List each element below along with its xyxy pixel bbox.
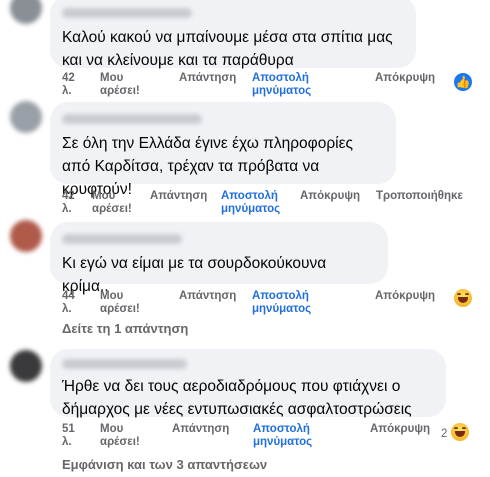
comment-bubble: Ήρθε να δει τους αεροδιαδρόμους που φτιά…: [50, 349, 446, 418]
comment-text: Ήρθε να δει τους αεροδιαδρόμους που φτιά…: [62, 378, 412, 418]
send-message-button[interactable]: Αποστολή μηνύματος: [221, 190, 293, 216]
hide-button[interactable]: Απόκρυψη: [370, 423, 430, 436]
comment-bubble: Σε όλη την Ελλάδα έγινε έχω πληροφορίες …: [50, 102, 396, 198]
comment-time[interactable]: 44 λ.: [62, 290, 76, 316]
reply-button[interactable]: Απάντηση: [179, 290, 236, 303]
avatar[interactable]: [10, 220, 42, 252]
author-name-blurred[interactable]: [62, 114, 202, 124]
like-button[interactable]: Μου αρέσει!: [100, 290, 150, 316]
hide-button[interactable]: Απόκρυψη: [300, 190, 360, 203]
see-replies-link[interactable]: Εμφάνιση και των 3 απαντήσεων: [62, 457, 267, 472]
send-message-button[interactable]: Αποστολή μηνύματος: [253, 423, 325, 449]
reply-button[interactable]: Απάντηση: [179, 72, 236, 85]
reply-button[interactable]: Απάντηση: [172, 423, 229, 436]
hide-button[interactable]: Απόκρυψη: [375, 290, 435, 303]
author-name-blurred[interactable]: [62, 359, 187, 369]
edited-label[interactable]: Τροποποιήθηκε: [376, 190, 463, 203]
reply-button[interactable]: Απάντηση: [150, 190, 207, 203]
reaction-count[interactable]: 2: [441, 428, 447, 440]
avatar[interactable]: [10, 101, 42, 133]
author-name-blurred[interactable]: [62, 8, 192, 18]
hide-button[interactable]: Απόκρυψη: [375, 72, 435, 85]
avatar[interactable]: [10, 0, 42, 24]
like-button[interactable]: Μου αρέσει!: [92, 190, 142, 216]
comment-time[interactable]: 42 λ.: [62, 190, 76, 216]
like-button[interactable]: Μου αρέσει!: [100, 423, 150, 449]
like-icon[interactable]: 👍: [454, 73, 472, 91]
send-message-button[interactable]: Αποστολή μηνύματος: [252, 72, 324, 98]
comment-time[interactable]: 51 λ.: [62, 423, 76, 449]
like-button[interactable]: Μου αρέσει!: [100, 72, 150, 98]
comment-time[interactable]: 42 λ.: [62, 72, 76, 98]
avatar[interactable]: [10, 350, 42, 382]
see-replies-link[interactable]: Δείτε τη 1 απάντηση: [62, 321, 188, 336]
send-message-button[interactable]: Αποστολή μηνύματος: [252, 290, 324, 316]
author-name-blurred[interactable]: [62, 234, 182, 244]
haha-icon[interactable]: [454, 289, 472, 307]
haha-icon[interactable]: [451, 423, 469, 441]
comment-bubble: Κι εγώ να είμαι με τα σουρδοκούκουνα κρί…: [50, 222, 388, 295]
comment-bubble: Καλού κακού να μπαίνουμε μέσα στα σπίτια…: [50, 0, 416, 69]
comment-text: Καλού κακού να μπαίνουμε μέσα στα σπίτια…: [62, 29, 393, 69]
